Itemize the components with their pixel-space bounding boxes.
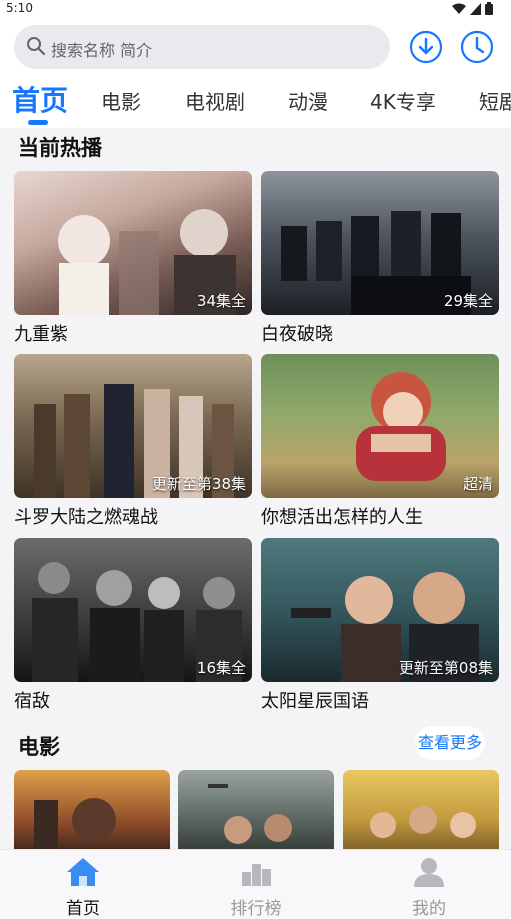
quality-badge: 超清 xyxy=(462,475,493,493)
video-title: 斗罗大陆之燃魂战 xyxy=(14,507,158,528)
search-input[interactable]: 搜索名称 简介 xyxy=(14,25,390,69)
video-title: 白夜破晓 xyxy=(261,324,333,345)
tab-home[interactable]: 首页 xyxy=(12,79,68,119)
status-bar: 5:10 xyxy=(0,0,511,18)
video-title: 宿敌 xyxy=(14,691,50,712)
wifi-icon xyxy=(452,3,466,14)
video-title: 你想活出怎样的人生 xyxy=(261,507,423,528)
movie-thumbnail[interactable] xyxy=(178,770,334,849)
nav-label: 我的 xyxy=(412,899,446,919)
episode-badge: 16集全 xyxy=(196,659,246,677)
video-poster: 16集全 xyxy=(14,538,252,682)
video-title: 九重紫 xyxy=(14,324,68,345)
video-card[interactable]: 更新至第08集 太阳星辰国语 xyxy=(261,538,499,713)
video-card[interactable]: 29集全 白夜破晓 xyxy=(261,171,499,346)
tab-tv[interactable]: 电视剧 xyxy=(185,86,245,115)
download-icon xyxy=(409,30,443,64)
video-card[interactable]: 16集全 宿敌 xyxy=(14,538,252,713)
movie-thumbnail[interactable] xyxy=(343,770,499,849)
user-icon xyxy=(414,858,444,887)
poster-art xyxy=(208,784,292,844)
signal-icon xyxy=(470,2,481,15)
episode-badge: 更新至第08集 xyxy=(398,659,493,677)
bottom-nav: 首页 排行榜 我的 xyxy=(0,849,511,919)
nav-label: 排行榜 xyxy=(230,899,282,919)
header: 搜索名称 简介 首页 电影 电视剧 动漫 4K专享 短剧 xyxy=(0,18,511,128)
episode-badge: 29集全 xyxy=(443,292,493,310)
tab-indicator xyxy=(28,120,48,125)
main-content: 当前热播 34集全 九重紫 29集全 白夜破晓 更新至第38集 斗罗大陆之燃魂战… xyxy=(0,128,511,849)
history-button[interactable] xyxy=(460,30,494,64)
search-icon xyxy=(27,37,46,56)
battery-icon xyxy=(485,2,493,15)
video-card[interactable]: 超清 你想活出怎样的人生 xyxy=(261,354,499,529)
tab-movie[interactable]: 电影 xyxy=(101,86,141,115)
tab-4k[interactable]: 4K专享 xyxy=(370,86,436,115)
status-time: 5:10 xyxy=(6,1,33,15)
video-card[interactable]: 更新至第38集 斗罗大陆之燃魂战 xyxy=(14,354,252,529)
poster-art xyxy=(34,798,116,849)
episode-badge: 34集全 xyxy=(196,292,246,310)
video-title: 太阳星辰国语 xyxy=(261,691,369,712)
episode-badge: 更新至第38集 xyxy=(151,475,246,493)
tab-anime[interactable]: 动漫 xyxy=(288,86,328,115)
ranking-icon xyxy=(242,864,271,886)
category-tabs: 首页 电影 电视剧 动漫 4K专享 短剧 xyxy=(0,76,511,126)
video-poster: 超清 xyxy=(261,354,499,498)
download-button[interactable] xyxy=(409,30,443,64)
video-poster: 29集全 xyxy=(261,171,499,315)
poster-art xyxy=(370,806,476,838)
status-icons xyxy=(452,2,493,15)
video-poster: 34集全 xyxy=(14,171,252,315)
video-poster: 更新至第08集 xyxy=(261,538,499,682)
home-icon xyxy=(67,858,99,886)
video-poster: 更新至第38集 xyxy=(14,354,252,498)
nav-profile[interactable]: 我的 xyxy=(389,856,469,919)
nav-ranking[interactable]: 排行榜 xyxy=(216,856,296,919)
see-more-button[interactable]: 查看更多 xyxy=(415,726,485,760)
video-card[interactable]: 34集全 九重紫 xyxy=(14,171,252,346)
tab-short-drama[interactable]: 短剧 xyxy=(479,86,511,115)
search-placeholder: 搜索名称 简介 xyxy=(51,41,153,60)
nav-label: 首页 xyxy=(66,899,100,919)
movie-thumbnail[interactable] xyxy=(14,770,170,849)
section-title-now-playing: 当前热播 xyxy=(18,136,102,160)
section-title-movies: 电影 xyxy=(18,735,60,759)
clock-icon xyxy=(460,30,494,64)
nav-home[interactable]: 首页 xyxy=(43,856,123,919)
